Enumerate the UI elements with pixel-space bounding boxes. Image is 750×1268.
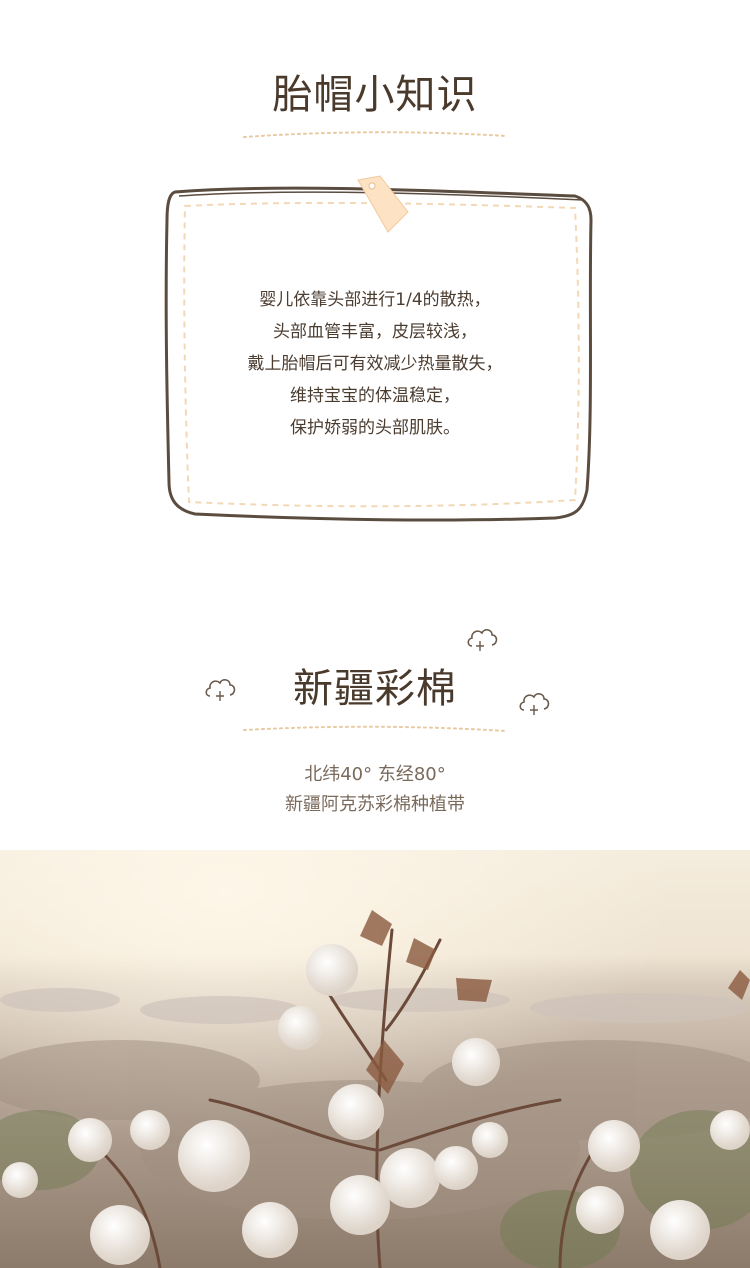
title-divider xyxy=(243,131,507,138)
price-tag-icon xyxy=(357,175,409,233)
knowledge-line: 婴儿依靠头部进行1/4的散热， xyxy=(259,290,491,310)
cotton-field-photo xyxy=(0,850,750,1268)
cloud-cotton-icon xyxy=(467,629,498,651)
knowledge-line: 戴上胎帽后可有效减少热量散失， xyxy=(247,354,503,374)
knowledge-line: 维持宝宝的体温稳定， xyxy=(290,386,460,406)
knowledge-text: 婴儿依靠头部进行1/4的散热， 头部血管丰富，皮层较浅， 戴上胎帽后可有效减少热… xyxy=(170,284,580,444)
knowledge-title: 胎帽小知识 xyxy=(272,72,478,118)
cotton-coordinates: 北纬40° 东经80° xyxy=(304,764,446,785)
knowledge-line: 头部血管丰富，皮层较浅， xyxy=(273,322,477,342)
knowledge-line: 保护娇弱的头部肌肤。 xyxy=(290,418,460,438)
cotton-title: 新疆彩棉 xyxy=(293,666,457,712)
title-divider xyxy=(243,725,507,732)
cotton-region: 新疆阿克苏彩棉种植带 xyxy=(285,794,465,815)
